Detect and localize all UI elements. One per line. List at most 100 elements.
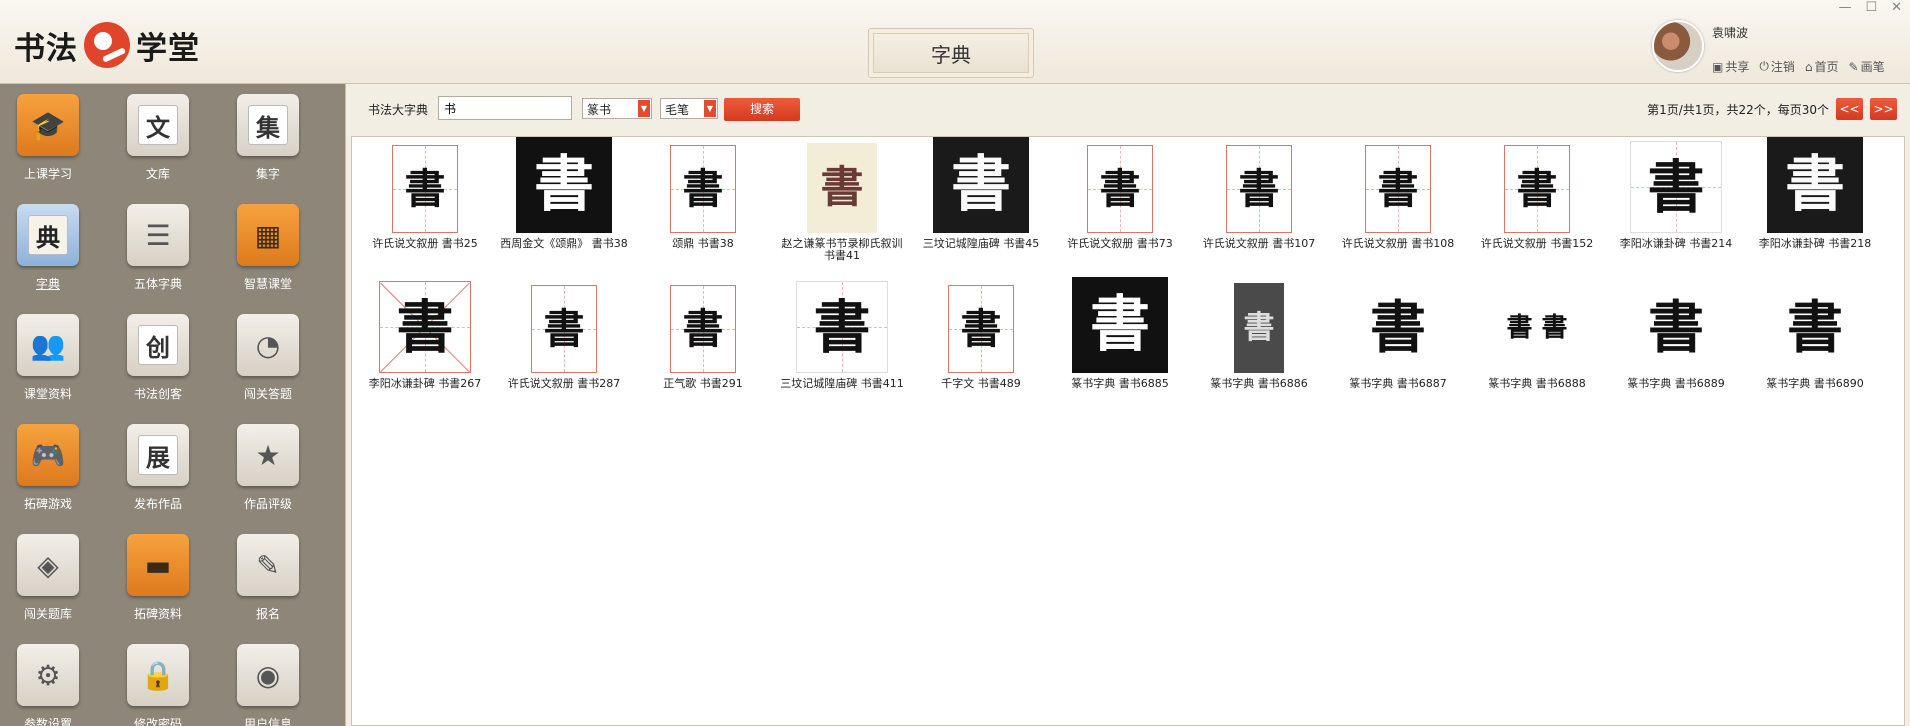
result-item[interactable]: 書篆书字典 書书6885 — [1051, 277, 1189, 407]
tool-select[interactable]: 毛笔 ▼ — [660, 98, 718, 119]
character-glyph: 書 — [1238, 164, 1280, 213]
result-item[interactable]: 書许氏说文叙册 書书108 — [1329, 139, 1467, 267]
window-controls: — ☐ ✕ — [1838, 0, 1902, 15]
sidebar-item[interactable]: 文文库 — [103, 88, 213, 192]
user-panel: 袁啸波 ▣ 共享 ⏻ 注销 ⌂ 首页 ✎ 画笔 — [1652, 20, 1902, 76]
next-page-button[interactable]: >> — [1870, 98, 1897, 120]
result-item[interactable]: 書李阳冰谦卦碑 书書218 — [1746, 137, 1884, 267]
character-glyph: 書 — [682, 304, 724, 353]
result-item[interactable]: 書篆书字典 書书6887 — [1329, 279, 1467, 407]
script-style-select[interactable]: 篆书 ▼ — [582, 98, 652, 119]
character-glyph: 書 — [1516, 164, 1558, 213]
sidebar-item[interactable]: ⚙ 参数设置 — [0, 638, 103, 726]
result-item[interactable]: 書赵之谦篆书节录柳氏叙训 书書41 — [773, 139, 911, 267]
user-action-button[interactable]: ⌂ 首页 — [1805, 58, 1839, 75]
result-item[interactable]: 書许氏说文叙册 書书73 — [1051, 139, 1189, 267]
sidebar-item[interactable]: 🎮 拓碑游戏 — [0, 418, 103, 522]
result-caption: 三坟记城隍庙碑 书書411 — [780, 377, 904, 390]
result-caption: 赵之谦篆书节录柳氏叙训 书書41 — [781, 237, 903, 262]
result-item[interactable]: 書 書篆书字典 書书6888 — [1468, 279, 1606, 407]
character-glyph: 書 — [951, 150, 1011, 220]
character-glyph: 書 — [820, 162, 864, 213]
result-caption: 篆书字典 書书6887 — [1349, 377, 1447, 390]
result-item[interactable]: 書许氏说文叙册 書书107 — [1190, 139, 1328, 267]
result-item[interactable]: 書西周金文《颂鼎》 書书38 — [495, 137, 633, 267]
result-item[interactable]: 書篆书字典 書书6889 — [1607, 279, 1745, 407]
sidebar-item[interactable]: 👥 课堂资料 — [0, 308, 103, 412]
sidebar-item-label: 作品评级 — [243, 497, 292, 511]
result-item[interactable]: 書千字文 书書489 — [912, 279, 1050, 407]
result-item[interactable]: 書颂鼎 书書38 — [634, 139, 772, 267]
prev-page-button[interactable]: << — [1836, 98, 1863, 120]
result-item[interactable]: 書正气歌 书書291 — [634, 279, 772, 407]
sidebar-item[interactable]: 🔒 修改密码 — [103, 638, 213, 726]
character-thumbnail: 書 — [1767, 137, 1863, 233]
result-caption: 许氏说文叙册 書书73 — [1067, 237, 1173, 250]
character-thumbnail: 書 — [933, 137, 1029, 233]
user-action-label: 注销 — [1770, 60, 1795, 74]
result-item[interactable]: 書篆书字典 書书6886 — [1190, 279, 1328, 407]
character-glyph: 書 — [1785, 150, 1845, 220]
result-item[interactable]: 書许氏说文叙册 书書152 — [1468, 139, 1606, 267]
user-action-button[interactable]: ▣ 共享 — [1712, 58, 1749, 75]
result-caption: 颂鼎 书書38 — [672, 237, 734, 250]
sidebar-item[interactable]: ✎ 报名 — [213, 528, 323, 632]
maximize-icon[interactable]: ☐ — [1865, 0, 1877, 15]
sidebar-item[interactable]: ▬ 拓碑资料 — [103, 528, 213, 632]
avatar[interactable] — [1652, 20, 1704, 72]
character-thumbnail: 書 — [1770, 283, 1860, 373]
sidebar-item[interactable]: 典字典 — [0, 198, 103, 302]
image-icon: ▣ — [1712, 59, 1724, 74]
result-caption: 许氏说文叙册 書书108 — [1341, 237, 1455, 250]
dictionary-label: 书法大字典 — [368, 103, 429, 117]
sidebar-item[interactable]: ★ 作品评级 — [213, 418, 323, 522]
sidebar-item[interactable]: 展发布作品 — [103, 418, 213, 522]
sidebar-item[interactable]: ☰ 五体字典 — [103, 198, 213, 302]
search-button[interactable]: 搜索 — [724, 98, 800, 121]
character-thumbnail: 書 — [1630, 141, 1722, 233]
character-glyph: 書 — [1648, 295, 1704, 361]
sidebar-item[interactable]: 创书法创客 — [103, 308, 213, 412]
character-glyph: 書 書 — [1506, 313, 1568, 343]
character-glyph: 書 — [1090, 290, 1150, 360]
result-item[interactable]: 書三坟记城隍庙碑 书書411 — [773, 279, 911, 407]
result-caption: 千字文 书書489 — [941, 377, 1021, 390]
result-item[interactable]: 書三坟记城隍庙碑 书書45 — [912, 137, 1050, 267]
character-glyph: 書 — [682, 164, 724, 213]
character-glyph: 書 — [1099, 164, 1141, 213]
result-caption: 正气歌 书書291 — [663, 377, 743, 390]
character-thumbnail: 書 — [807, 143, 877, 233]
sidebar-item-label: 字典 — [35, 277, 60, 291]
sidebar-item[interactable]: ◈ 闯关题库 — [0, 528, 103, 632]
user-action-button[interactable]: ⏻ 注销 — [1759, 58, 1795, 75]
dictionary-icon: 典 — [17, 204, 79, 266]
character-glyph: 書 — [543, 304, 585, 353]
app-header: 书法 学堂 字典 — ☐ ✕ 袁啸波 ▣ 共享 ⏻ 注销 ⌂ 首页 ✎ 画笔 — [0, 0, 1910, 84]
tool-value: 毛笔 — [665, 103, 690, 117]
user-action-label: 共享 — [1725, 60, 1750, 74]
close-icon[interactable]: ✕ — [1891, 0, 1902, 15]
result-item[interactable]: 書篆书字典 書书6890 — [1746, 279, 1884, 407]
result-item[interactable]: 書许氏说文叙册 書书287 — [495, 279, 633, 407]
character-thumbnail: 書 — [796, 281, 888, 373]
sidebar-item[interactable]: ▦ 智慧课堂 — [213, 198, 323, 302]
result-item[interactable]: 書李阳冰谦卦碑 书書214 — [1607, 139, 1745, 267]
pagination-info: 第1页/共1页，共22个，每页30个 — [1647, 103, 1829, 117]
search-input[interactable] — [438, 96, 572, 120]
user-action-button[interactable]: ✎ 画笔 — [1849, 58, 1885, 75]
result-item[interactable]: 書李阳冰谦卦碑 书書267 — [356, 279, 494, 407]
search-toolbar: 书法大字典 篆书 ▼ 毛笔 ▼ 搜索 第1页/共1页，共22个，每页30个 <<… — [346, 84, 1910, 136]
sidebar-item-label: 参数设置 — [23, 717, 72, 726]
minimize-icon[interactable]: — — [1838, 0, 1851, 15]
sidebar-item[interactable]: 🎓 上课学习 — [0, 88, 103, 192]
sidebar-item[interactable]: ◔ 闯关答题 — [213, 308, 323, 412]
user-action-label: 画笔 — [1860, 60, 1885, 74]
publish-icon: 展 — [127, 424, 189, 486]
result-caption: 许氏说文叙册 書书107 — [1202, 237, 1316, 250]
result-item[interactable]: 書许氏说文叙册 書书25 — [356, 139, 494, 267]
sidebar-item[interactable]: ◉ 用户信息 — [213, 638, 323, 726]
signup-icon: ✎ — [237, 534, 299, 596]
user-name: 袁啸波 — [1712, 26, 1749, 40]
user-info-icon: ◉ — [237, 644, 299, 706]
sidebar-item[interactable]: 集集字 — [213, 88, 323, 192]
